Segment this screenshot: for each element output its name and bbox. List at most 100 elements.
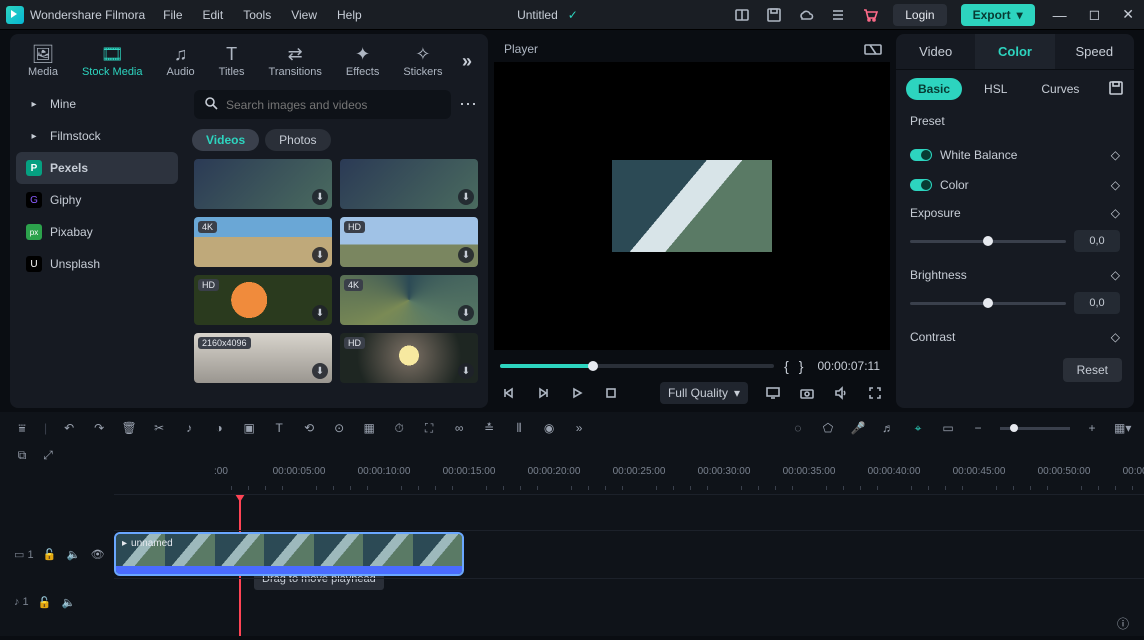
search-box[interactable] [194,90,451,119]
login-button[interactable]: Login [893,4,946,26]
stock-thumb[interactable]: HD⬇ [194,275,332,325]
save-icon[interactable] [765,6,783,24]
stop-icon[interactable] [602,384,620,402]
audio-icon[interactable]: ♪ [181,421,197,435]
redo-icon[interactable]: ↷ [91,421,107,435]
source-pexels[interactable]: PPexels [16,152,178,184]
cart-icon[interactable] [861,6,879,24]
download-icon[interactable]: ⬇ [312,189,328,205]
duration-icon[interactable]: ⏱ [391,421,407,436]
split-icon[interactable]: ✂ [151,421,167,435]
speed-icon[interactable]: ⊙ [331,421,347,435]
menu-file[interactable]: File [163,8,182,22]
source-pixabay[interactable]: pxPixabay [16,216,178,248]
exposure-value[interactable]: 0,0 [1074,230,1120,252]
source-unsplash[interactable]: UUnsplash [16,248,178,280]
text-icon[interactable]: T [271,421,287,435]
exposure-slider[interactable] [910,240,1066,243]
marker-icon[interactable]: ▭ [940,421,956,435]
download-icon[interactable]: ⬇ [458,189,474,205]
magnet-icon[interactable]: ⌖ [910,421,926,436]
photos-tab[interactable]: Photos [265,129,330,151]
stock-thumb[interactable]: HD⬇ [340,217,478,267]
tab-media[interactable]: 🖼Media [20,40,66,82]
keyframe-icon[interactable]: ◇ [1111,206,1120,220]
tag-icon[interactable]: ◑ [211,421,227,435]
keyframe-icon[interactable]: ◇ [1111,268,1120,282]
more-tools-icon[interactable]: » [571,421,587,435]
source-giphy[interactable]: GGiphy [16,184,178,216]
reset-button[interactable]: Reset [1063,358,1122,382]
subtab-basic[interactable]: Basic [906,78,962,100]
stock-thumb[interactable]: ⬇ [194,159,332,209]
zoom-out-icon[interactable]: − [970,421,986,435]
lock-icon[interactable]: 🔓 [42,548,58,561]
download-icon[interactable]: ⬇ [312,363,328,379]
next-frame-icon[interactable] [534,384,552,402]
selection-icon[interactable]: ⩸ [14,421,30,436]
wb-toggle[interactable] [910,149,932,161]
brightness-value[interactable]: 0,0 [1074,292,1120,314]
copy-icon[interactable]: ⧉ [14,448,30,463]
download-icon[interactable]: ⬇ [312,247,328,263]
menu-help[interactable]: Help [337,8,362,22]
keyframe-icon[interactable]: ◇ [1111,148,1120,162]
source-filmstock[interactable]: ▸Filmstock [16,120,178,152]
keyframe-icon[interactable]: ◇ [1111,330,1120,344]
display-icon[interactable] [764,384,782,402]
menu-edit[interactable]: Edit [203,8,224,22]
progress-bar[interactable] [500,364,774,368]
zoom-slider[interactable] [1000,427,1070,430]
prev-frame-icon[interactable] [500,384,518,402]
tab-stock-media[interactable]: 🎞Stock Media [74,40,151,82]
stock-thumb[interactable]: 4K⬇ [194,217,332,267]
mute-icon[interactable]: 🔈 [66,548,82,561]
voice-icon[interactable]: ⦀ [511,421,527,436]
tab-audio[interactable]: ♫Audio [159,40,203,82]
stock-thumb[interactable]: 4K⬇ [340,275,478,325]
fit-icon[interactable]: ⛶ [421,421,437,436]
rotate-icon[interactable]: ⟲ [301,421,317,435]
eye-icon[interactable]: 👁 [90,548,106,561]
source-mine[interactable]: ▸Mine [16,88,178,120]
view-mode-icon[interactable]: ▦▾ [1114,421,1130,435]
music-add-icon[interactable]: ♬ [880,421,896,435]
record-icon[interactable]: ◉ [541,421,557,435]
adjust-icon[interactable]: ≛ [481,421,497,435]
search-input[interactable] [226,98,441,112]
time-ruler[interactable]: :00:0000:00:05:0000:00:10:0000:00:15:000… [214,466,1144,494]
link-icon[interactable]: ∞ [451,421,467,435]
delete-icon[interactable]: 🗑 [121,421,137,435]
list-icon[interactable] [829,6,847,24]
progress-thumb[interactable] [588,361,598,371]
quality-select[interactable]: Full Quality▾ [660,382,748,404]
fullscreen-icon[interactable] [866,384,884,402]
save-preset-icon[interactable] [1108,80,1124,99]
lock-icon[interactable]: 🔓 [37,596,53,609]
timeline-clip[interactable]: ▸unnamed [114,532,464,576]
stock-thumb[interactable]: 2160x4096⬇ [194,333,332,383]
download-icon[interactable]: ⬇ [458,363,474,379]
brightness-slider[interactable] [910,302,1066,305]
tab-titles[interactable]: TTitles [211,40,253,82]
stock-thumb[interactable]: HD⬇ [340,333,478,383]
shield-icon[interactable]: ⬠ [820,421,836,435]
keyframe-icon[interactable]: ◇ [1111,178,1120,192]
camera-icon[interactable] [798,384,816,402]
unlink-icon[interactable]: ⤢ [40,448,56,463]
tab-color[interactable]: Color [975,34,1054,69]
stock-thumb[interactable]: ⬇ [340,159,478,209]
export-button[interactable]: Export▾ [961,4,1035,26]
marker-dot-icon[interactable]: ◌ [790,421,806,435]
more-options-icon[interactable]: ⋯ [459,94,478,115]
play-icon[interactable] [568,384,586,402]
close-button[interactable]: ✕ [1118,6,1138,23]
tab-transitions[interactable]: ⇄Transitions [261,40,330,82]
menu-tools[interactable]: Tools [243,8,271,22]
menu-view[interactable]: View [291,8,317,22]
tab-effects[interactable]: ✦Effects [338,40,387,82]
more-tabs-icon[interactable]: » [462,51,478,72]
maximize-button[interactable]: ◻ [1085,6,1105,23]
tab-speed[interactable]: Speed [1055,34,1134,69]
subtab-hsl[interactable]: HSL [972,78,1019,100]
